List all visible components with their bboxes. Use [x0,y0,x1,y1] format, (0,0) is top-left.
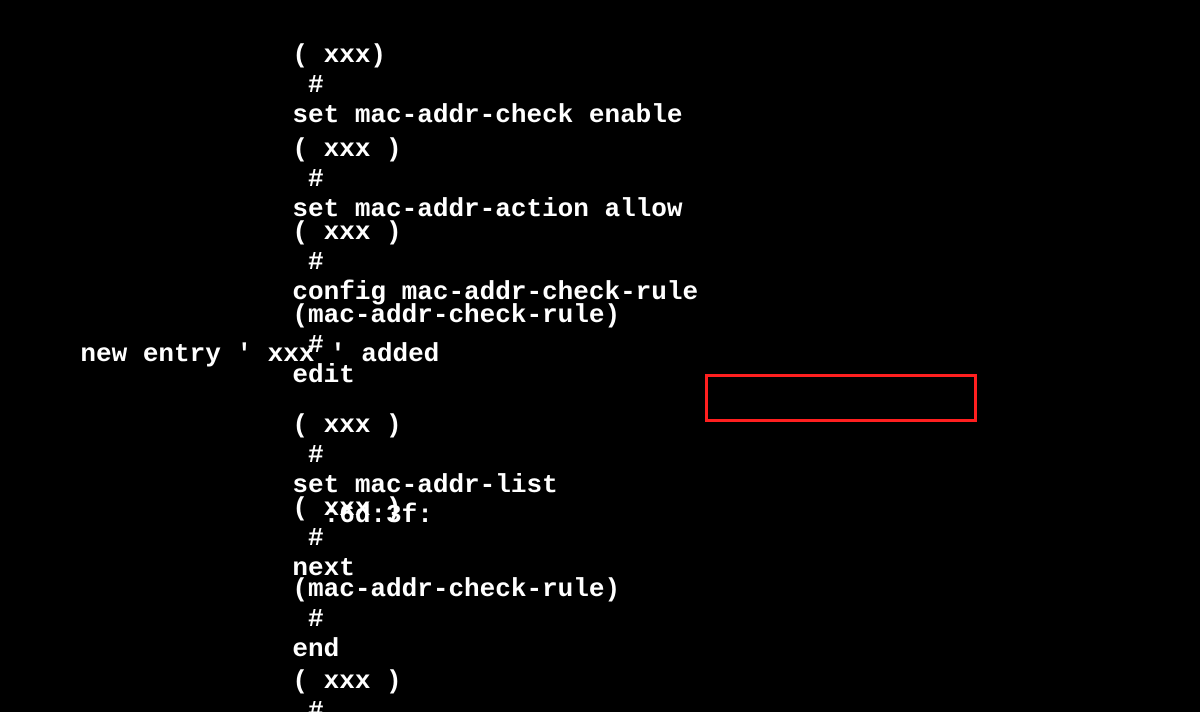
cli-sep: # [292,696,339,712]
cli-prompt: ( xxx ) [292,134,401,164]
cli-prompt: (mac-addr-check-rule) [292,574,620,604]
terminal-screen[interactable]: ( xxx) # set mac-addr-check enable ( xxx… [0,0,1200,712]
cli-prompt: ( xxx ) [292,217,401,247]
highlight-rectangle [705,374,977,422]
cli-prompt: ( xxx ) [292,410,401,440]
cli-prompt: ( xxx ) [292,666,401,696]
cli-current-line[interactable]: ( xxx ) # [0,636,402,712]
new-entry-text: new entry ' xxx ' added [80,339,439,369]
cli-prompt: ( xxx) [292,40,386,70]
cli-sep: # [292,70,339,100]
cli-prompt: ( xxx ) [292,493,401,523]
cli-sep: # [292,604,339,634]
